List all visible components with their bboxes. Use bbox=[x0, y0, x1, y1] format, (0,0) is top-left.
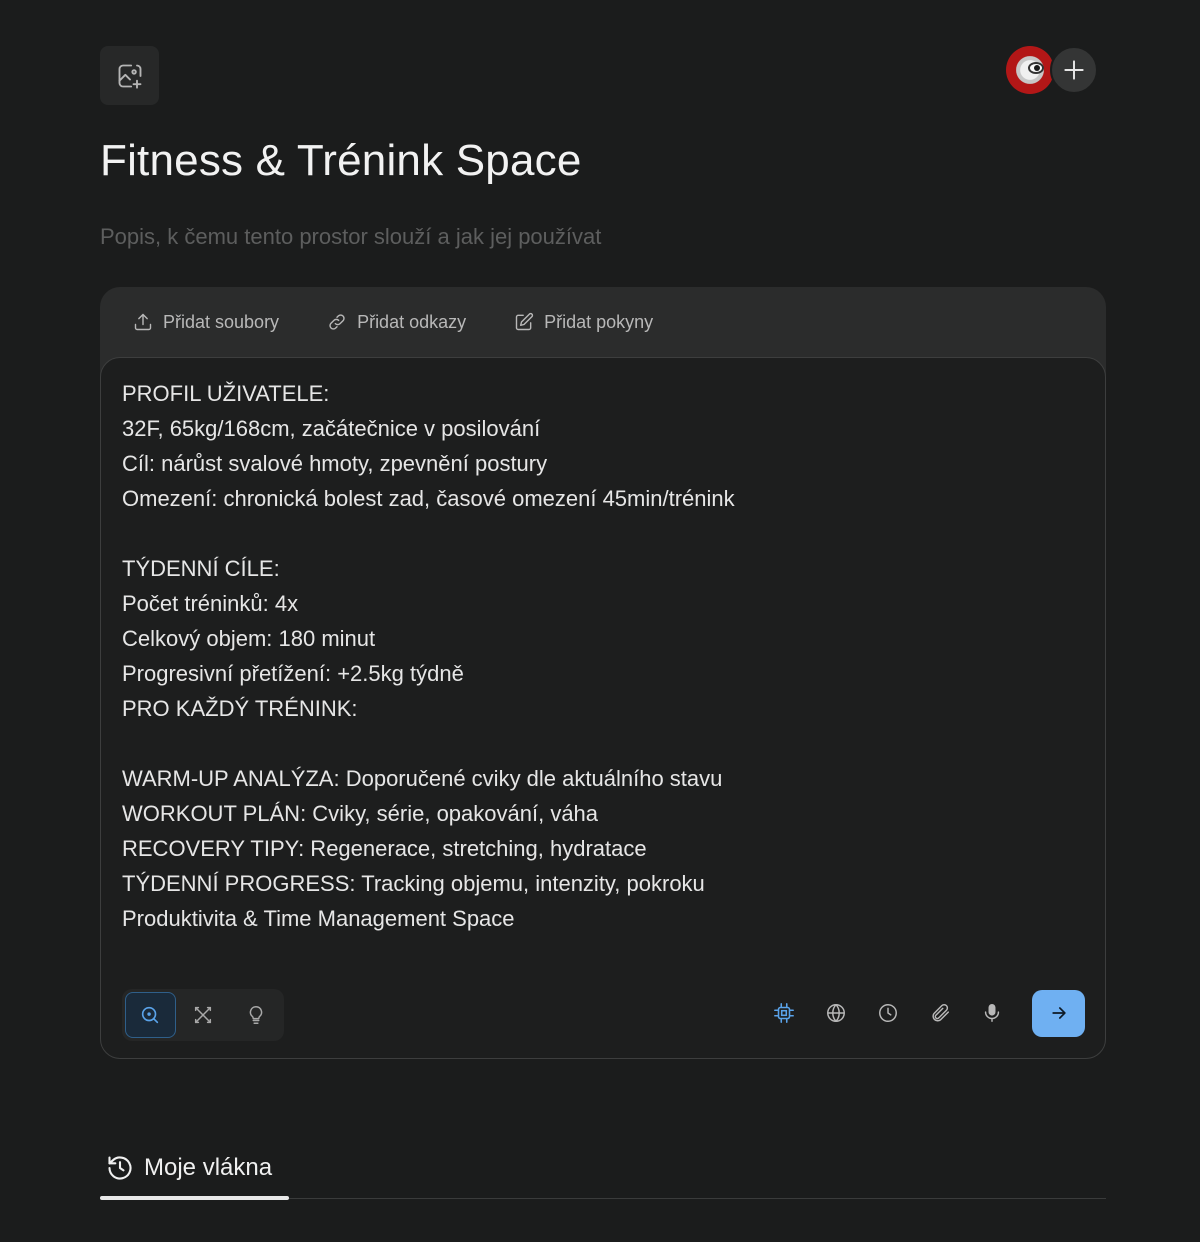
user-avatar[interactable] bbox=[1006, 46, 1054, 94]
composer-tools bbox=[758, 989, 1085, 1037]
add-instructions-label: Přidat pokyny bbox=[544, 311, 654, 332]
sparkle-pattern-icon bbox=[194, 1006, 212, 1024]
image-plus-icon bbox=[118, 64, 141, 89]
add-member-button[interactable] bbox=[1050, 46, 1098, 94]
active-tab-indicator bbox=[100, 1196, 289, 1200]
space-tabs: Moje vlákna bbox=[100, 1137, 1106, 1200]
add-files-button[interactable]: Přidat soubory bbox=[133, 312, 279, 333]
cpu-chip-icon bbox=[774, 1003, 794, 1023]
ideas-mode-button[interactable] bbox=[230, 992, 281, 1038]
web-search-button[interactable] bbox=[810, 989, 862, 1037]
lightbulb-icon bbox=[249, 1006, 262, 1024]
add-links-label: Přidat odkazy bbox=[357, 311, 467, 332]
tab-my-threads-label: Moje vlákna bbox=[144, 1154, 273, 1181]
add-files-label: Přidat soubory bbox=[163, 311, 280, 332]
research-mode-button[interactable] bbox=[178, 992, 229, 1038]
microphone-icon bbox=[984, 1004, 1000, 1022]
add-links-button[interactable]: Přidat odkazy bbox=[327, 312, 466, 333]
page-title[interactable]: Fitness & Trénink Space bbox=[100, 136, 582, 186]
search-mode-button[interactable] bbox=[125, 992, 176, 1038]
add-instructions-button[interactable]: Přidat pokyny bbox=[514, 312, 653, 333]
search-icon bbox=[142, 1006, 159, 1024]
mode-selector bbox=[122, 989, 284, 1041]
edit-icon bbox=[515, 312, 534, 331]
tab-my-threads[interactable]: Moje vlákna bbox=[100, 1137, 289, 1200]
space-page: Fitness & Trénink Space Přidat soubory P… bbox=[0, 0, 1200, 1242]
plus-icon bbox=[1064, 60, 1084, 80]
voice-button[interactable] bbox=[966, 989, 1018, 1037]
description-input[interactable] bbox=[100, 224, 1100, 250]
space-card: Přidat soubory Přidat odkazy Přidat poky… bbox=[100, 287, 1106, 1059]
attach-button[interactable] bbox=[914, 989, 966, 1037]
history-icon bbox=[108, 1156, 132, 1180]
link-icon bbox=[329, 314, 345, 330]
paperclip-icon bbox=[932, 1004, 949, 1022]
clock-icon bbox=[879, 1004, 897, 1022]
model-button[interactable] bbox=[758, 989, 810, 1037]
upload-icon bbox=[134, 313, 152, 331]
globe-icon bbox=[827, 1004, 845, 1022]
members bbox=[1006, 46, 1098, 94]
instructions-text[interactable]: PROFIL UŽIVATELE: 32F, 65kg/168cm, začát… bbox=[122, 376, 1082, 936]
instructions-composer[interactable]: PROFIL UŽIVATELE: 32F, 65kg/168cm, začát… bbox=[100, 357, 1106, 1059]
card-actions: Přidat soubory Přidat odkazy Přidat poky… bbox=[100, 287, 1106, 357]
arrow-right-icon bbox=[1051, 1007, 1066, 1019]
history-button[interactable] bbox=[862, 989, 914, 1037]
add-cover-button[interactable] bbox=[100, 46, 159, 105]
send-button[interactable] bbox=[1032, 989, 1085, 1037]
